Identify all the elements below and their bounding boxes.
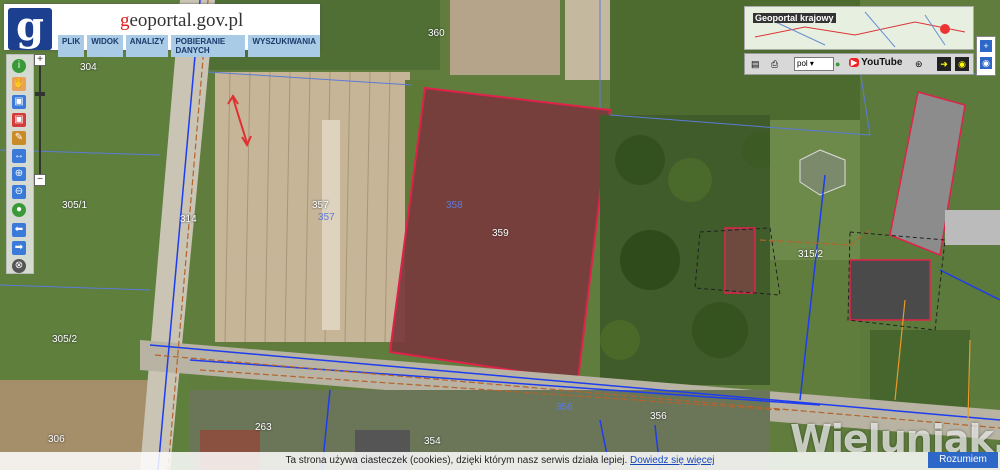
main-menu: PLIK WIDOK ANALIZY POBIERANIE DANYCH WYS… xyxy=(58,35,320,57)
language-value: pol xyxy=(797,59,808,68)
info-icon[interactable]: i xyxy=(12,59,26,73)
youtube-play-icon: ▶ xyxy=(849,58,860,67)
forward-icon[interactable]: ➜ xyxy=(937,57,951,71)
youtube-label: YouTube xyxy=(861,57,903,68)
eye-toggle-icon[interactable]: ◉ xyxy=(980,57,992,69)
site-name-suffix: .gov.pl xyxy=(191,10,244,31)
parcel-label: 356 xyxy=(556,402,573,413)
parcel-label: 357 xyxy=(318,212,335,223)
hand-icon[interactable]: ✋ xyxy=(12,77,26,91)
site-name-g: g xyxy=(120,10,130,31)
parcel-label: 358 xyxy=(446,200,463,211)
back-arrow-icon[interactable]: ⬅ xyxy=(12,223,26,237)
cookie-text: Ta strona używa ciasteczek (cookies), dz… xyxy=(285,455,628,466)
parcel-label: 305/1 xyxy=(62,200,88,211)
side-panel-toggle[interactable]: + ◉ xyxy=(976,36,996,76)
menu-item-pobieranie-danych[interactable]: POBIERANIE DANYCH xyxy=(171,35,246,57)
menu-item-wyszukiwania[interactable]: WYSZUKIWANIA xyxy=(248,35,320,57)
help-icon[interactable]: ● xyxy=(835,57,840,71)
globe-icon[interactable]: ● xyxy=(12,203,26,217)
zoom-in-icon[interactable]: ⊕ xyxy=(12,167,26,181)
zoom-out-button[interactable]: − xyxy=(34,174,46,186)
pencil-icon[interactable]: ✎ xyxy=(12,131,26,145)
select-rectangle-icon[interactable]: ▣ xyxy=(12,95,26,109)
measure-icon[interactable]: ↔ xyxy=(12,149,26,163)
parcel-label: 356 xyxy=(650,411,667,422)
zoom-in-button[interactable]: + xyxy=(34,54,46,66)
cookie-accept-button[interactable]: Rozumiem xyxy=(928,452,998,468)
parcel-label: 357 xyxy=(312,200,329,211)
menu-item-analizy[interactable]: ANALIZY xyxy=(125,35,169,57)
compass-icon[interactable]: ⊗ xyxy=(12,259,26,273)
parcel-label: 354 xyxy=(424,436,441,447)
language-select[interactable]: pol ▾ xyxy=(794,57,834,71)
print-icon[interactable]: ⎙ xyxy=(771,57,778,71)
zoom-out-icon[interactable]: ⊖ xyxy=(12,185,26,199)
parcel-label: 263 xyxy=(255,422,272,433)
right-toolbar: ▤ ⎙ pol ▾ ● ▶ YouTube ⊛ ➜ ◉ xyxy=(744,53,974,75)
cookie-learn-more-link[interactable]: Dowiedz się więcej xyxy=(630,455,714,466)
overview-title: Geoportal krajowy xyxy=(753,13,836,23)
map-toolbar: i ✋ ▣ ▣ ✎ ↔ ⊕ ⊖ ● ⬅ ➡ ⊗ xyxy=(6,54,34,274)
zoom-slider[interactable]: + − xyxy=(34,54,46,188)
youtube-button[interactable]: ▶ YouTube xyxy=(849,57,902,68)
zoom-thumb[interactable] xyxy=(35,92,45,96)
eye-icon[interactable]: ◉ xyxy=(955,57,969,71)
site-name: geoportal.gov.pl xyxy=(120,10,243,32)
overview-map[interactable]: Geoportal krajowy xyxy=(744,6,974,50)
parcel-label: 314 xyxy=(180,214,197,225)
site-name-prefix: eoportal xyxy=(129,10,192,31)
settings-icon[interactable]: ⊛ xyxy=(915,57,923,71)
parcel-label: 304 xyxy=(80,62,97,73)
parcel-label: 315/2 xyxy=(798,249,824,260)
parcel-label: 305/2 xyxy=(52,334,78,345)
parcel-label: 359 xyxy=(492,228,509,239)
header-panel: g geoportal.gov.pl PLIK WIDOK ANALIZY PO… xyxy=(4,4,320,57)
cookie-bar: Ta strona używa ciasteczek (cookies), dz… xyxy=(0,452,1000,470)
parcel-label: 306 xyxy=(48,434,65,445)
select-area-icon[interactable]: ▣ xyxy=(12,113,26,127)
menu-item-widok[interactable]: WIDOK xyxy=(87,35,123,57)
forward-arrow-icon[interactable]: ➡ xyxy=(12,241,26,255)
parcel-label: 360 xyxy=(428,28,445,39)
expand-icon[interactable]: + xyxy=(980,40,992,52)
layers-icon[interactable]: ▤ xyxy=(751,57,760,71)
menu-item-plik[interactable]: PLIK xyxy=(58,35,85,57)
zoom-track[interactable] xyxy=(39,66,41,174)
geoportal-logo[interactable]: g xyxy=(8,7,52,50)
